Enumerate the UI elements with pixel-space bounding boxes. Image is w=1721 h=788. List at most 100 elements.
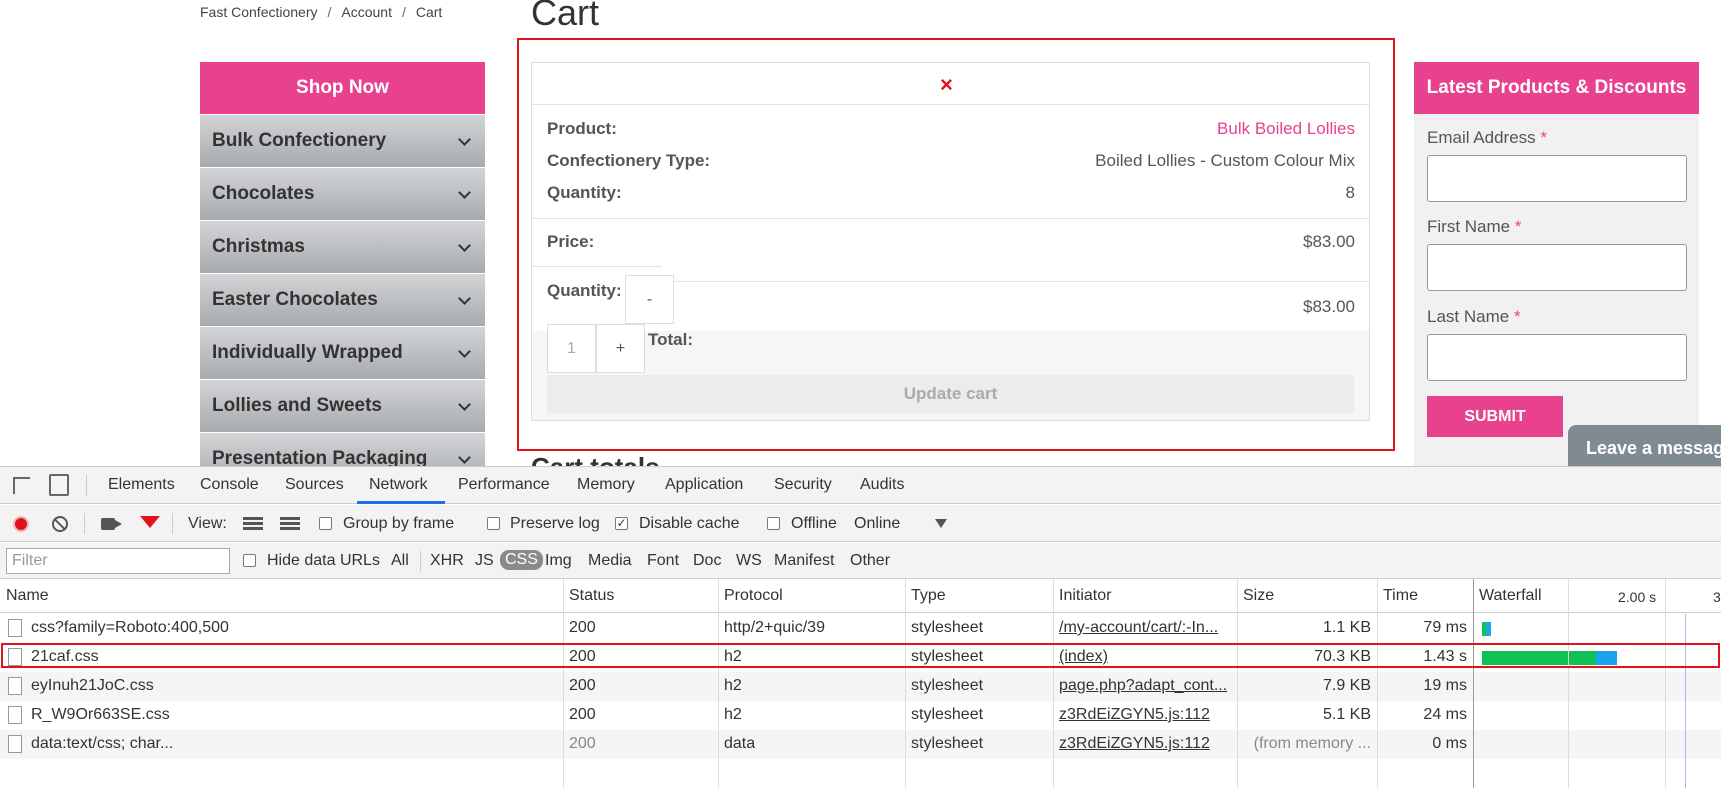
request-size: 1.1 KB [1322,619,1371,636]
column-header-initiator[interactable]: Initiator [1059,587,1111,605]
column-header-waterfall[interactable]: Waterfall [1479,587,1542,605]
column-header-size[interactable]: Size [1243,587,1274,605]
type-filter-media[interactable]: Media [588,552,632,570]
chevron-down-icon[interactable] [458,450,471,464]
chevron-down-icon[interactable] [458,238,471,252]
column-divider[interactable] [1473,579,1474,788]
column-divider[interactable] [1237,579,1238,788]
throttling-select[interactable]: Online [854,515,900,533]
chevron-down-icon[interactable] [458,344,471,358]
clear-icon[interactable] [52,516,68,532]
request-initiator[interactable]: z3RdEiZGYN5.js:112 [1059,735,1234,753]
table-row[interactable]: css?family=Roboto:400,500 200 http/2+qui… [0,614,1721,643]
chevron-down-icon[interactable] [458,185,471,199]
request-type: stylesheet [911,619,984,636]
column-divider[interactable] [905,579,906,788]
leave-message-button[interactable]: Leave a message [1568,425,1721,466]
category-item[interactable]: Easter Chocolates [200,274,485,326]
request-initiator[interactable]: /my-account/cart/:-In... [1059,619,1234,637]
tab-audits[interactable]: Audits [860,476,904,494]
chevron-down-icon[interactable] [458,291,471,305]
remove-item-icon[interactable]: × [940,72,953,98]
group-by-frame-checkbox[interactable] [319,517,332,530]
column-header-protocol[interactable]: Protocol [724,587,783,605]
tab-sources[interactable]: Sources [285,476,344,494]
type-filter-xhr[interactable]: XHR [430,552,464,570]
column-divider[interactable] [1377,579,1378,788]
category-item[interactable]: Bulk Confectionery [200,115,485,167]
chevron-down-icon[interactable] [935,519,947,528]
chevron-down-icon[interactable] [458,132,471,146]
quantity-decrease-button[interactable]: - [625,275,674,324]
divider [532,266,662,267]
filter-icon[interactable] [140,516,160,528]
tab-application[interactable]: Application [665,476,743,494]
tab-memory[interactable]: Memory [577,476,635,494]
column-divider[interactable] [563,579,564,788]
breadcrumb-separator: / [401,4,406,20]
product-link[interactable]: Bulk Boiled Lollies [1217,119,1355,139]
device-toolbar-icon[interactable] [49,474,69,496]
large-rows-icon[interactable] [243,517,263,530]
column-header-status[interactable]: Status [569,587,614,605]
record-icon[interactable] [13,516,29,532]
offline-checkbox[interactable] [767,517,780,530]
type-filter-doc[interactable]: Doc [693,552,721,570]
category-item[interactable]: Chocolates [200,168,485,220]
request-initiator[interactable]: z3RdEiZGYN5.js:112 [1059,706,1234,724]
active-tab-indicator [357,501,445,504]
category-item[interactable]: Presentation Packaging [200,433,485,466]
tab-security[interactable]: Security [774,476,832,494]
column-divider[interactable] [718,579,719,788]
category-item[interactable]: Christmas [200,221,485,273]
request-type: stylesheet [911,677,984,694]
chevron-down-icon[interactable] [458,397,471,411]
inspect-element-icon[interactable] [13,477,30,494]
category-item[interactable]: Individually Wrapped [200,327,485,379]
request-initiator[interactable]: (index) [1059,648,1234,666]
breadcrumb-home[interactable]: Fast Confectionery [200,4,318,20]
overview-icon[interactable] [280,517,300,530]
type-filter-img[interactable]: Img [545,552,572,570]
tab-performance[interactable]: Performance [458,476,550,494]
type-filter-other[interactable]: Other [850,552,890,570]
column-header-time[interactable]: Time [1383,587,1418,605]
table-row[interactable]: data:text/css; char... 200 data styleshe… [0,730,1721,759]
type-filter-all[interactable]: All [391,552,409,570]
request-initiator[interactable]: page.php?adapt_cont... [1059,677,1234,695]
type-filter-font[interactable]: Font [647,552,679,570]
waterfall-tick: 2.00 s [1618,589,1657,605]
table-row[interactable]: R_W9Or663SE.css 200 h2 stylesheet z3RdEi… [0,701,1721,730]
newsletter-header: Latest Products & Discounts [1414,62,1699,114]
table-row[interactable]: eyInuh21JoC.css 200 h2 stylesheet page.p… [0,672,1721,701]
first-name-field[interactable] [1427,244,1687,291]
required-mark: * [1540,128,1548,147]
disable-cache-checkbox[interactable]: ✓ [615,517,628,530]
last-name-field[interactable] [1427,334,1687,381]
update-cart-button[interactable]: Update cart [547,375,1354,413]
quantity-label: Quantity: [547,281,622,300]
submit-button[interactable]: SUBMIT [1427,396,1563,437]
hide-data-urls-checkbox[interactable] [243,554,256,567]
divider [86,475,87,496]
email-field[interactable] [1427,155,1687,202]
tab-console[interactable]: Console [200,476,259,494]
breadcrumb-account[interactable]: Account [341,4,392,20]
type-filter-css[interactable]: CSS [500,550,543,570]
column-divider[interactable] [1053,579,1054,788]
filter-input[interactable] [6,548,230,574]
type-filter-js[interactable]: JS [475,552,494,570]
category-item[interactable]: Lollies and Sweets [200,380,485,432]
quantity-input[interactable]: 1 [547,324,596,373]
preserve-log-checkbox[interactable] [487,517,500,530]
table-row[interactable]: 21caf.css 200 h2 stylesheet (index) 70.3… [0,643,1721,672]
quantity-increase-button[interactable]: + [596,324,645,373]
request-name: eyInuh21JoC.css [31,677,154,694]
tab-elements[interactable]: Elements [108,476,175,494]
type-filter-manifest[interactable]: Manifest [774,552,834,570]
column-header-name[interactable]: Name [6,587,49,605]
type-filter-ws[interactable]: WS [736,552,762,570]
column-header-type[interactable]: Type [911,587,946,605]
capture-screenshots-icon[interactable] [101,518,122,530]
tab-network[interactable]: Network [369,476,428,494]
